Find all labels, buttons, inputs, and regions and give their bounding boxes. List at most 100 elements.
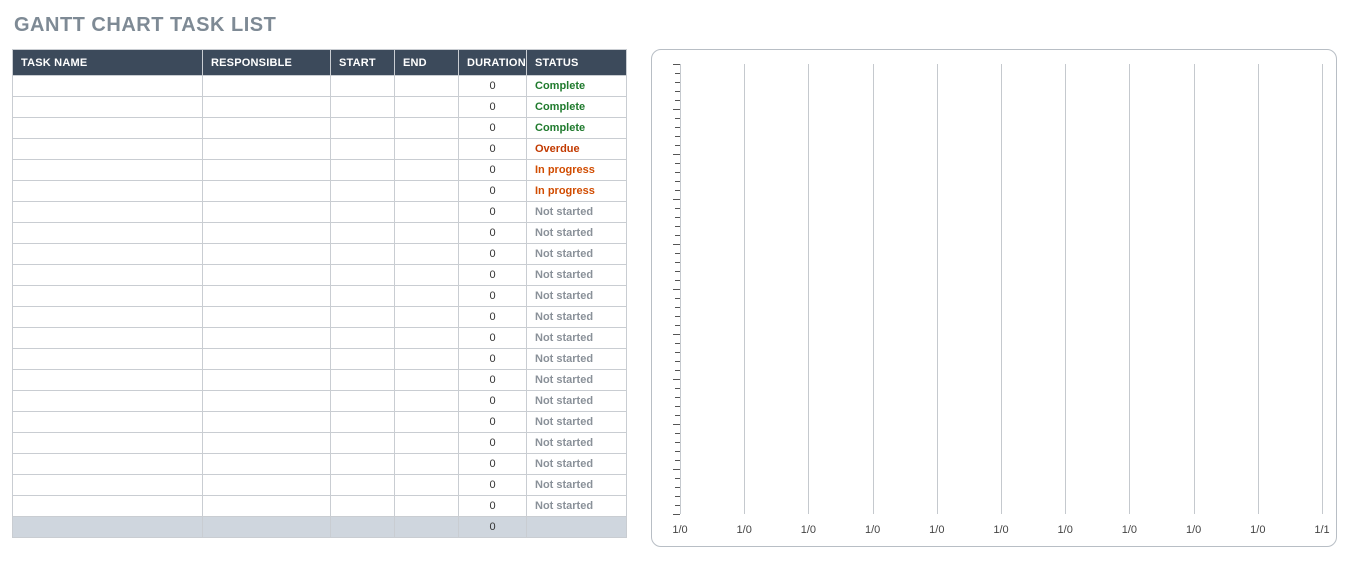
start-cell[interactable] [331, 244, 395, 265]
table-row[interactable]: 0Not started [13, 433, 627, 454]
responsible-cell[interactable] [203, 118, 331, 139]
responsible-cell[interactable] [203, 307, 331, 328]
duration-cell[interactable]: 0 [459, 391, 527, 412]
task-cell[interactable] [13, 97, 203, 118]
start-cell[interactable] [331, 433, 395, 454]
responsible-cell[interactable] [203, 496, 331, 517]
table-row[interactable]: 0Not started [13, 244, 627, 265]
duration-cell[interactable]: 0 [459, 370, 527, 391]
task-cell[interactable] [13, 328, 203, 349]
end-cell[interactable] [395, 139, 459, 160]
task-cell[interactable] [13, 223, 203, 244]
status-cell[interactable]: Complete [527, 76, 627, 97]
status-cell[interactable]: Overdue [527, 139, 627, 160]
responsible-cell[interactable] [203, 139, 331, 160]
responsible-cell[interactable] [203, 349, 331, 370]
task-cell[interactable] [13, 370, 203, 391]
end-cell[interactable] [395, 496, 459, 517]
task-cell[interactable] [13, 307, 203, 328]
task-cell[interactable] [13, 412, 203, 433]
start-cell[interactable] [331, 139, 395, 160]
duration-cell[interactable]: 0 [459, 286, 527, 307]
task-cell[interactable] [13, 118, 203, 139]
table-row[interactable]: 0Not started [13, 223, 627, 244]
task-cell[interactable] [13, 349, 203, 370]
duration-cell[interactable]: 0 [459, 265, 527, 286]
start-cell[interactable] [331, 391, 395, 412]
duration-cell[interactable]: 0 [459, 97, 527, 118]
duration-cell[interactable]: 0 [459, 76, 527, 97]
start-cell[interactable] [331, 475, 395, 496]
table-row[interactable]: 0Overdue [13, 139, 627, 160]
table-row[interactable]: 0Not started [13, 454, 627, 475]
table-row[interactable]: 0In progress [13, 181, 627, 202]
end-cell[interactable] [395, 118, 459, 139]
end-cell[interactable] [395, 244, 459, 265]
duration-cell[interactable]: 0 [459, 349, 527, 370]
status-cell[interactable]: Not started [527, 370, 627, 391]
start-cell[interactable] [331, 412, 395, 433]
start-cell[interactable] [331, 370, 395, 391]
start-cell[interactable] [331, 454, 395, 475]
status-cell[interactable]: Complete [527, 118, 627, 139]
status-cell[interactable]: Not started [527, 433, 627, 454]
duration-cell[interactable]: 0 [459, 118, 527, 139]
duration-cell[interactable]: 0 [459, 202, 527, 223]
task-cell[interactable] [13, 139, 203, 160]
responsible-cell[interactable] [203, 160, 331, 181]
end-cell[interactable] [395, 76, 459, 97]
responsible-cell[interactable] [203, 328, 331, 349]
table-row[interactable]: 0Not started [13, 370, 627, 391]
task-cell[interactable] [13, 181, 203, 202]
status-cell[interactable]: Not started [527, 244, 627, 265]
responsible-cell[interactable] [203, 370, 331, 391]
start-cell[interactable] [331, 97, 395, 118]
status-cell[interactable]: Not started [527, 307, 627, 328]
end-cell[interactable] [395, 349, 459, 370]
start-cell[interactable] [331, 349, 395, 370]
status-cell[interactable]: Not started [527, 202, 627, 223]
duration-cell[interactable]: 0 [459, 433, 527, 454]
end-cell[interactable] [395, 391, 459, 412]
end-cell[interactable] [395, 265, 459, 286]
start-cell[interactable] [331, 181, 395, 202]
start-cell[interactable] [331, 328, 395, 349]
task-cell[interactable] [13, 454, 203, 475]
responsible-cell[interactable] [203, 286, 331, 307]
table-row[interactable]: 0Not started [13, 496, 627, 517]
status-cell[interactable]: Not started [527, 265, 627, 286]
table-row[interactable]: 0Not started [13, 307, 627, 328]
end-cell[interactable] [395, 181, 459, 202]
table-row[interactable]: 0Not started [13, 391, 627, 412]
table-row[interactable]: 0Complete [13, 97, 627, 118]
end-cell[interactable] [395, 97, 459, 118]
task-cell[interactable] [13, 475, 203, 496]
responsible-cell[interactable] [203, 202, 331, 223]
responsible-cell[interactable] [203, 412, 331, 433]
responsible-cell[interactable] [203, 475, 331, 496]
table-row[interactable]: 0In progress [13, 160, 627, 181]
end-cell[interactable] [395, 475, 459, 496]
table-row[interactable]: 0Not started [13, 286, 627, 307]
duration-cell[interactable]: 0 [459, 181, 527, 202]
status-cell[interactable]: Not started [527, 349, 627, 370]
task-cell[interactable] [13, 202, 203, 223]
table-row[interactable]: 0Not started [13, 265, 627, 286]
duration-cell[interactable]: 0 [459, 160, 527, 181]
end-cell[interactable] [395, 433, 459, 454]
duration-cell[interactable]: 0 [459, 139, 527, 160]
responsible-cell[interactable] [203, 433, 331, 454]
task-cell[interactable] [13, 265, 203, 286]
table-row[interactable]: 0Not started [13, 475, 627, 496]
status-cell[interactable]: Not started [527, 391, 627, 412]
start-cell[interactable] [331, 265, 395, 286]
end-cell[interactable] [395, 328, 459, 349]
start-cell[interactable] [331, 118, 395, 139]
end-cell[interactable] [395, 202, 459, 223]
status-cell[interactable]: Not started [527, 328, 627, 349]
table-row[interactable]: 0Not started [13, 328, 627, 349]
task-cell[interactable] [13, 76, 203, 97]
responsible-cell[interactable] [203, 97, 331, 118]
end-cell[interactable] [395, 160, 459, 181]
duration-cell[interactable]: 0 [459, 328, 527, 349]
